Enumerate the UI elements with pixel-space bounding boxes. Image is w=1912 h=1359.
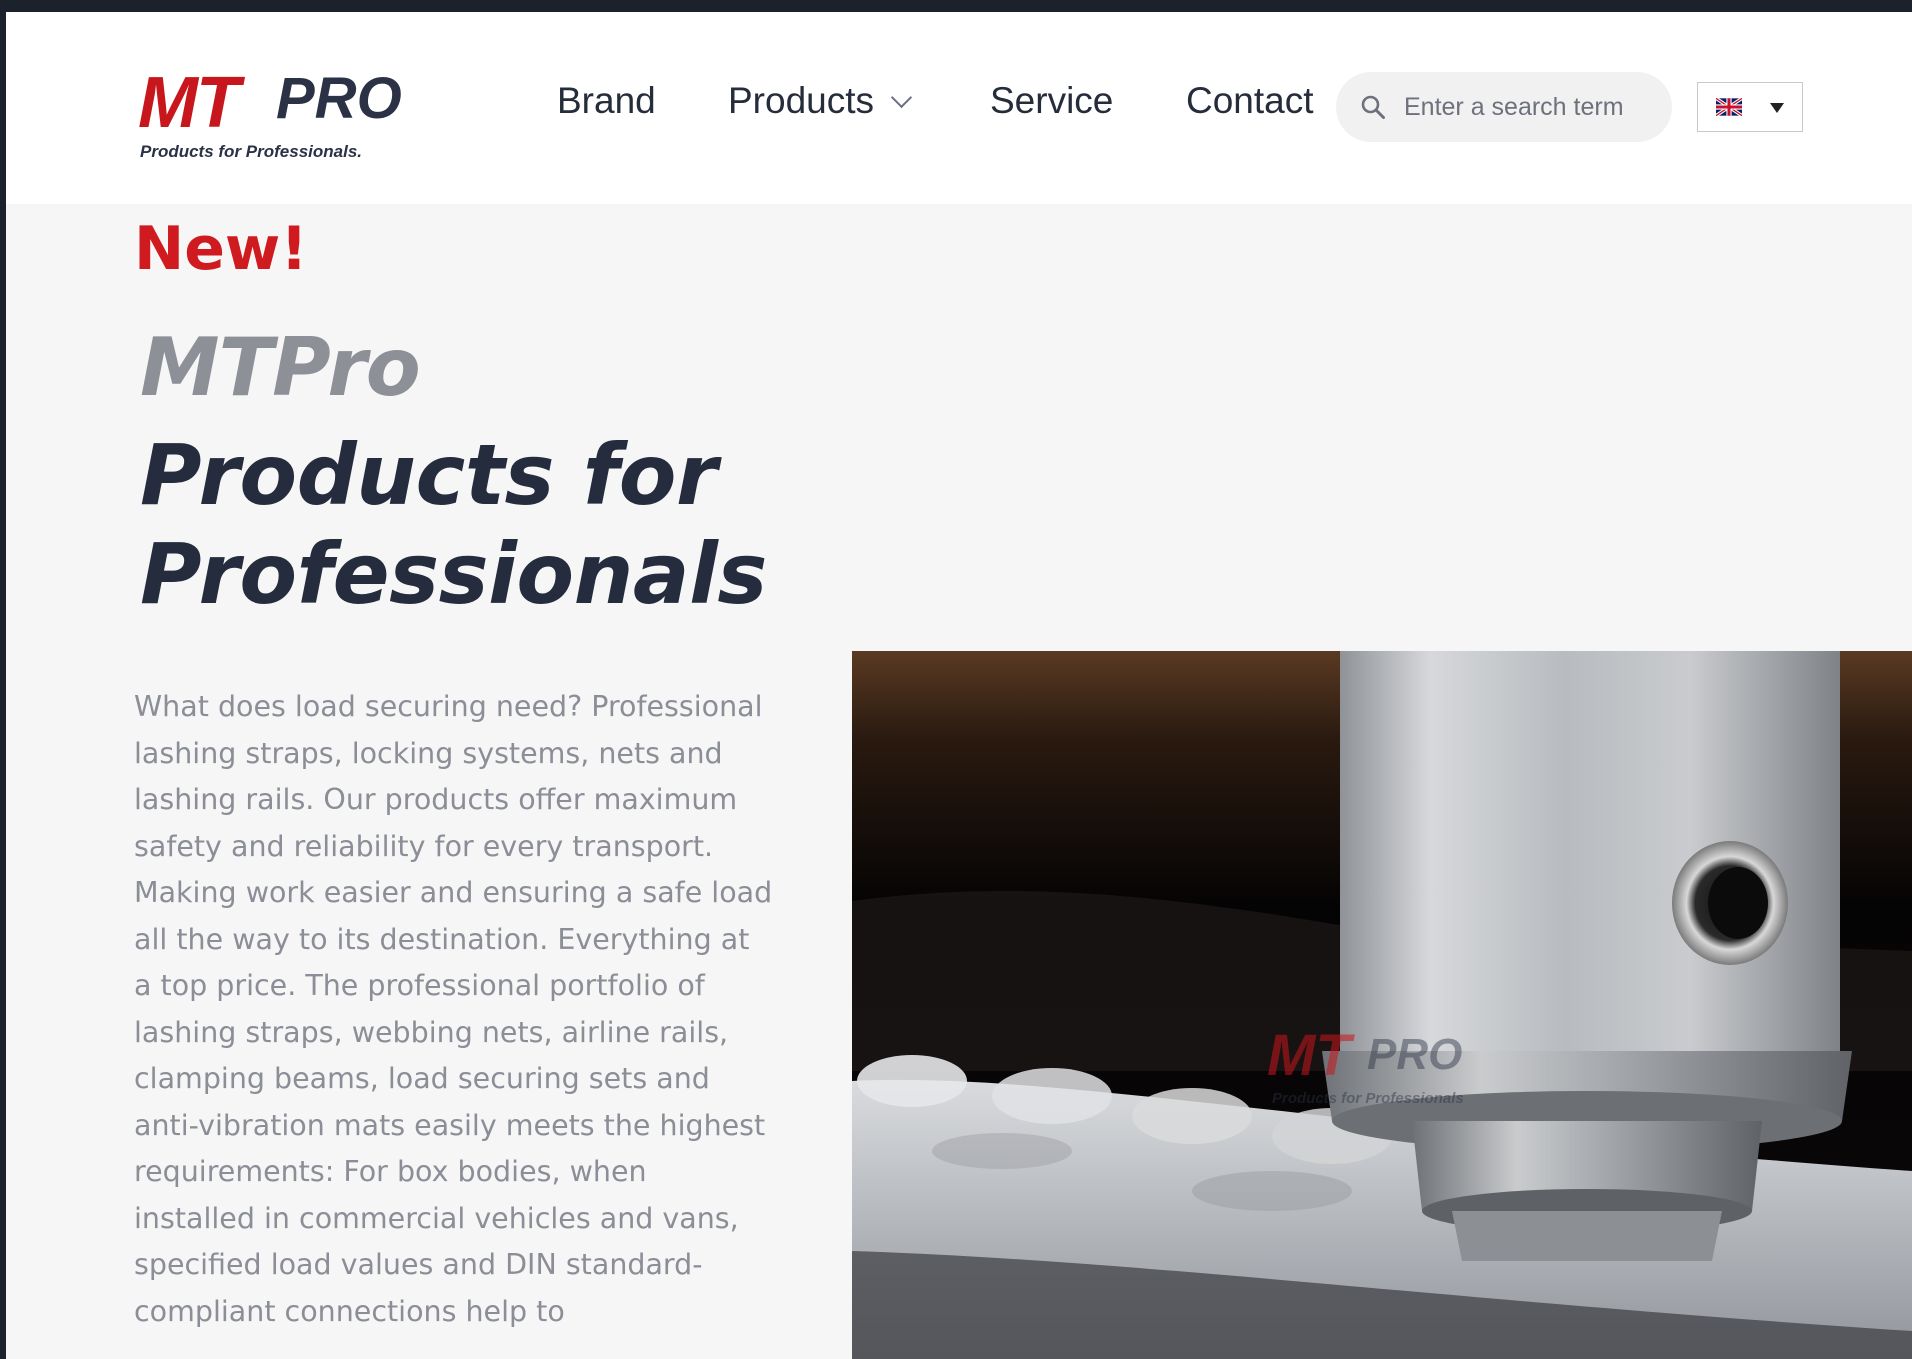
new-badge: New! <box>134 214 308 284</box>
watermark-tagline: Products for Professionals <box>1272 1090 1464 1107</box>
site-header: MT PRO Products for Professionals. Brand… <box>6 12 1912 204</box>
lashing-rail-fitting-photo: MT PRO Products for Professionals <box>852 651 1912 1359</box>
brand-title: MTPro <box>140 321 421 414</box>
search-input[interactable] <box>1404 72 1654 142</box>
nav-item-service[interactable]: Service <box>990 80 1113 122</box>
nav-item-products-label: Products <box>728 80 875 121</box>
logo-name: PRO <box>276 66 402 131</box>
nav-item-brand[interactable]: Brand <box>557 80 656 122</box>
page: MT PRO Products for Professionals. Brand… <box>6 12 1912 1359</box>
search-box <box>1336 72 1672 142</box>
caret-down-icon <box>1770 103 1784 113</box>
logo-tagline: Products for Professionals. <box>140 142 362 161</box>
uk-flag-icon <box>1716 98 1742 116</box>
window-top-border <box>0 0 1912 12</box>
language-select[interactable] <box>1697 82 1803 132</box>
product-image: MT PRO Products for Professionals <box>852 651 1912 1359</box>
logo[interactable]: MT PRO Products for Professionals. <box>134 63 404 168</box>
nav-item-products[interactable]: Products <box>728 80 913 122</box>
logo-mark: MT <box>138 63 240 143</box>
chevron-down-icon <box>890 86 913 109</box>
intro-paragraph: What does load securing need? Profession… <box>134 690 773 1328</box>
nav-item-contact[interactable]: Contact <box>1186 80 1314 122</box>
search-icon[interactable] <box>1360 94 1386 120</box>
watermark-name: PRO <box>1367 1030 1462 1079</box>
hero-section: New! MTPro Products for Professionals Wh… <box>6 204 1912 1359</box>
page-title: Products for Professionals <box>140 426 767 623</box>
watermark-mark: MT <box>1267 1023 1355 1088</box>
